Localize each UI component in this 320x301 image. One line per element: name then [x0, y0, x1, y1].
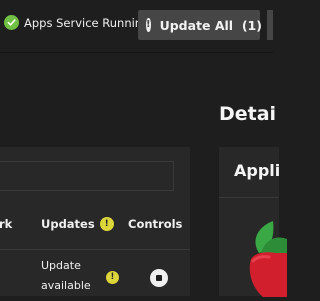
card-title: Appli [234, 161, 281, 180]
apps-table-panel: rk Updates ! Controls Update available ! [0, 147, 190, 296]
update-count: (1) [241, 17, 262, 33]
details-heading: Detai [219, 103, 277, 125]
column-header-controls: Controls [128, 217, 183, 231]
check-circle-icon [4, 15, 19, 30]
stop-icon [156, 275, 162, 281]
app-logo-icon [247, 219, 287, 301]
header-divider [0, 52, 273, 53]
stop-button[interactable] [150, 269, 168, 287]
service-status-text: Apps Service Running [24, 15, 150, 30]
alert-circle-icon: ! [146, 18, 151, 32]
top-toolbar: Apps Service Running ! Update All (1) [0, 0, 273, 52]
overflow-button[interactable] [267, 10, 273, 40]
column-header-updates: Updates ! [41, 217, 114, 231]
update-all-label: Update All (1) [159, 17, 262, 33]
apps-service-status: Apps Service Running [4, 15, 149, 30]
update-status-text: Update available [41, 259, 91, 292]
exclamation-circle-icon: ! [106, 271, 119, 284]
column-header-network: rk [0, 217, 13, 231]
table-row-divider [0, 249, 190, 250]
application-card: Appli [219, 147, 287, 297]
card-header: Appli [219, 147, 281, 198]
search-input[interactable] [0, 161, 174, 191]
exclamation-circle-icon: ! [99, 217, 114, 231]
update-all-button[interactable]: ! Update All (1) [138, 10, 262, 40]
